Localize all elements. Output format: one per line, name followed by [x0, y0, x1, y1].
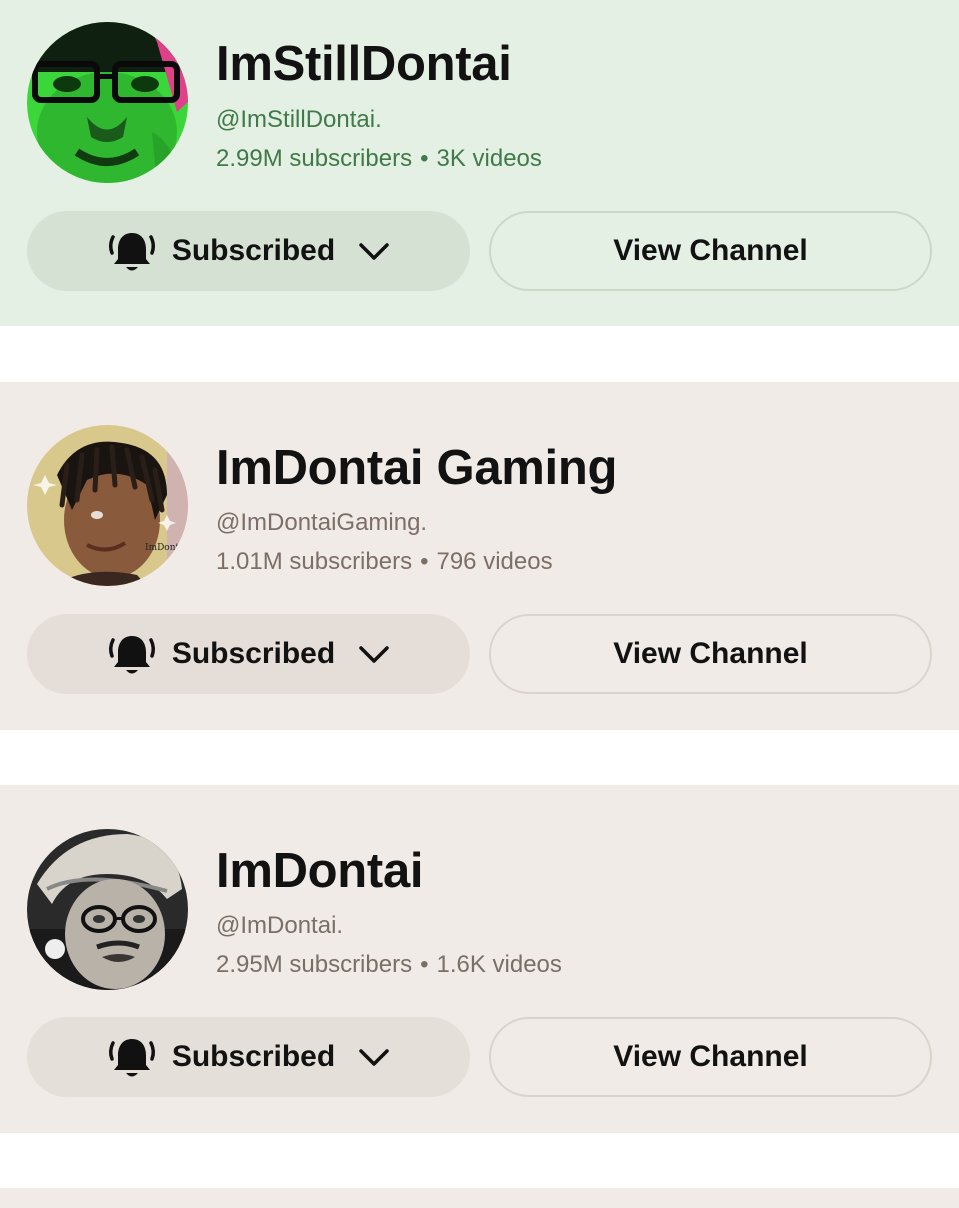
channel-stats: 2.99M subscribers • 3K videos: [216, 145, 542, 173]
chevron-down-icon: [359, 646, 389, 663]
channel-name[interactable]: ImDontai Gaming: [216, 440, 617, 496]
subscribed-label: Subscribed: [171, 234, 336, 267]
channel-stats: 1.01M subscribers • 796 videos: [216, 548, 553, 576]
chevron-down-icon: [359, 1049, 389, 1066]
view-channel-button[interactable]: View Channel: [489, 1017, 932, 1097]
subscribed-button[interactable]: Subscribed: [27, 211, 470, 291]
view-channel-button[interactable]: View Channel: [489, 211, 932, 291]
view-channel-button[interactable]: View Channel: [489, 614, 932, 694]
bell-ringing-icon: [108, 233, 155, 271]
bell-ringing-icon: [108, 636, 155, 674]
channel-avatar[interactable]: ImDontai: [27, 425, 188, 586]
channel-handle: @ImDontai.: [216, 912, 344, 939]
subscriber-count: 2.95M subscribers: [216, 951, 413, 978]
chevron-down-icon: [359, 243, 389, 260]
channel-handle: @ImStillDontai.: [216, 106, 382, 133]
subscribed-button[interactable]: Subscribed: [27, 614, 470, 694]
channel-name[interactable]: ImDontai: [216, 843, 424, 899]
channel-card-imdontai: ImDontai @ImDontai. 2.95M subscribers • 1.…: [0, 785, 959, 1133]
subscribed-label: Subscribed: [171, 1040, 336, 1073]
video-count: 796 videos: [436, 548, 553, 575]
channel-avatar[interactable]: [27, 829, 188, 990]
channel-card-imdontai-gaming: ImDontai ImDontai Gaming @ImDontaiGaming…: [0, 382, 959, 730]
video-count: 1.6K videos: [436, 951, 562, 978]
svg-text:ImDontai: ImDontai: [145, 543, 188, 553]
stats-separator: •: [420, 145, 429, 172]
channel-avatar[interactable]: [27, 22, 188, 183]
channel-card-partial: [0, 1188, 959, 1208]
channel-card-imstilldontai: ImStillDontai @ImStillDontai. 2.99M subs…: [0, 0, 959, 326]
avatar-image: [27, 22, 188, 183]
avatar-image: ImDontai: [27, 425, 188, 586]
video-count: 3K videos: [436, 145, 542, 172]
channel-handle: @ImDontaiGaming.: [216, 509, 428, 536]
channel-name[interactable]: ImStillDontai: [216, 36, 512, 92]
bell-ringing-icon: [108, 1039, 155, 1077]
subscriber-count: 2.99M subscribers: [216, 145, 413, 172]
avatar-image: [27, 829, 188, 990]
subscribed-label: Subscribed: [171, 637, 336, 670]
stats-separator: •: [420, 548, 429, 575]
channel-stats: 2.95M subscribers • 1.6K videos: [216, 951, 562, 979]
subscriber-count: 1.01M subscribers: [216, 548, 413, 575]
subscribed-button[interactable]: Subscribed: [27, 1017, 470, 1097]
stats-separator: •: [420, 951, 429, 978]
